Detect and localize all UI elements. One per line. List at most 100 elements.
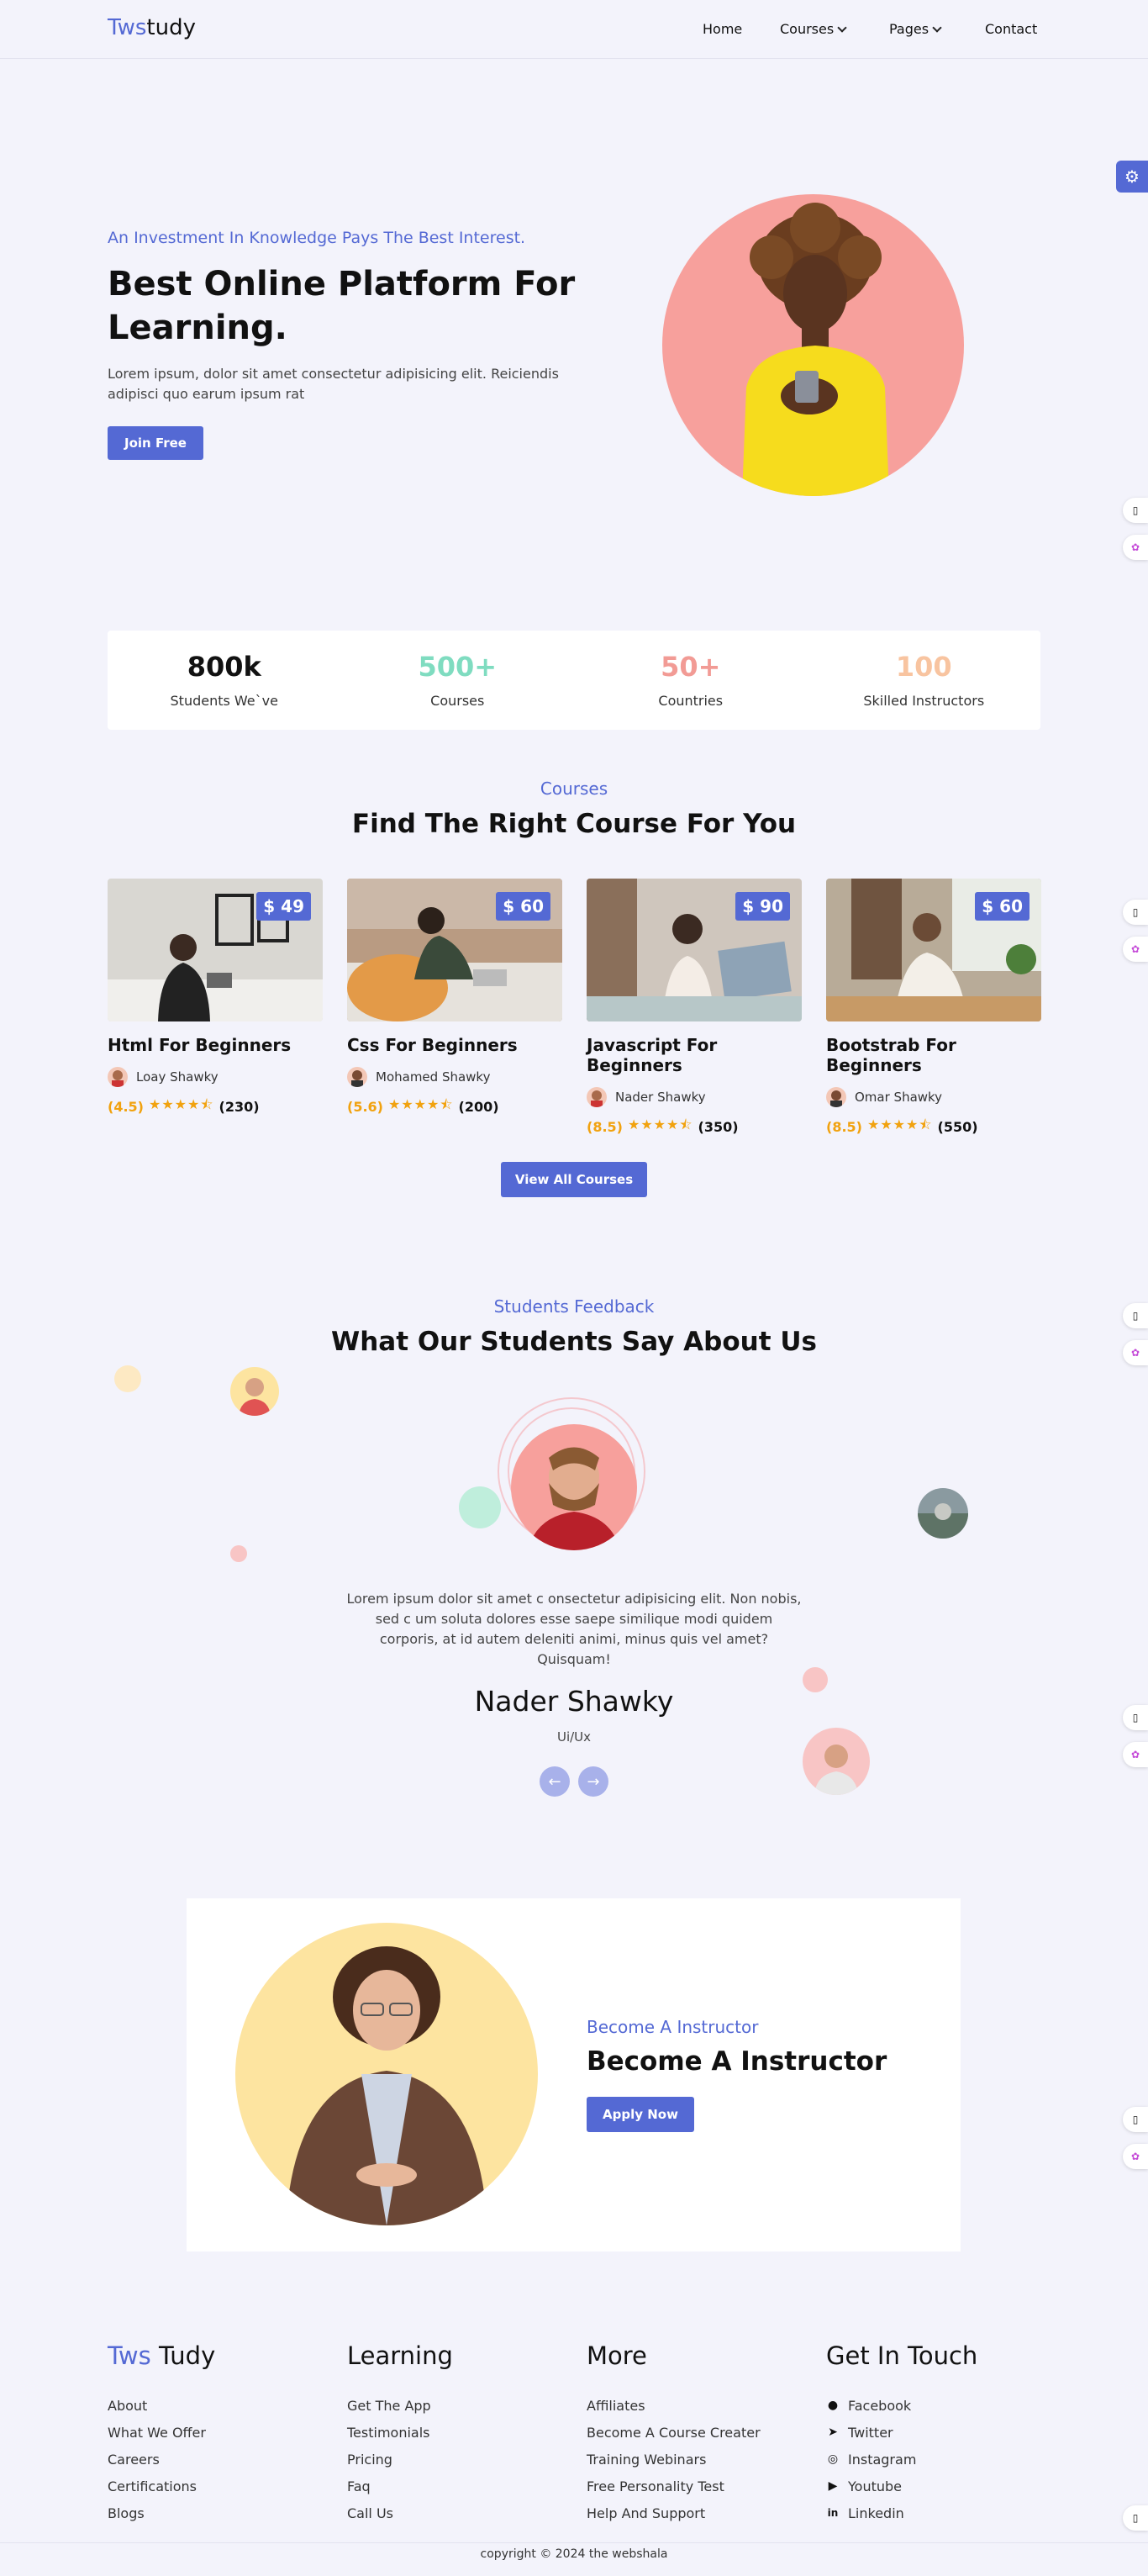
course-image: $ 60 xyxy=(347,879,562,1021)
book-icon[interactable]: ▯ xyxy=(1123,2505,1148,2531)
footer-link-blogs[interactable]: Blogs xyxy=(108,2499,326,2526)
footer-link-pricing[interactable]: Pricing xyxy=(347,2446,566,2473)
flower-icon[interactable]: ✿ xyxy=(1123,937,1148,962)
star-icon: ★★★★⯪ xyxy=(148,1096,214,1112)
footer-link-about[interactable]: About xyxy=(108,2392,326,2419)
hero-student-image xyxy=(662,194,964,496)
feedback-tag: Students Feedback xyxy=(493,1296,655,1317)
star-icon: ★★★★⯪ xyxy=(387,1096,454,1112)
student-avatar[interactable] xyxy=(918,1488,968,1539)
footer-contact-column: Get In Touch ● Facebook ➤ Twitter ◎ Instagr… xyxy=(826,2341,1045,2526)
footer-link-get-the-app[interactable]: Get The App xyxy=(347,2392,566,2419)
footer-link-twitter[interactable]: ➤ Twitter xyxy=(826,2419,1045,2446)
instructor-image xyxy=(235,1923,538,2225)
course-author: Loay Shawky xyxy=(108,1067,323,1087)
footer-link-help-support[interactable]: Help And Support xyxy=(587,2499,805,2526)
avatar xyxy=(108,1067,128,1087)
join-free-button[interactable]: Join Free xyxy=(108,426,203,460)
star-icon: ★★★★⯪ xyxy=(627,1116,693,1132)
avatar xyxy=(826,1087,846,1107)
course-card[interactable]: $ 90 Javascript For Beginners Nader Shaw… xyxy=(587,879,802,1138)
star-icon: ★★★★⯪ xyxy=(866,1116,933,1132)
course-title[interactable]: Javascript For Beginners xyxy=(587,1035,802,1075)
footer-link-facebook[interactable]: ● Facebook xyxy=(826,2392,1045,2419)
footer-divider xyxy=(0,2542,1148,2543)
footer-link-linkedin[interactable]: in Linkedin xyxy=(826,2499,1045,2526)
footer-link-affiliates[interactable]: Affiliates xyxy=(587,2392,805,2419)
course-rating: (4.5) ★★★★⯪ (230) xyxy=(108,1095,323,1118)
course-card[interactable]: $ 60 Bootstrab For Beginners Omar Shawky… xyxy=(826,879,1041,1138)
avatar xyxy=(347,1067,367,1087)
course-card[interactable]: $ 49 Html For Beginners Loay Shawky (4.5… xyxy=(108,879,323,1118)
footer-link-personality-test[interactable]: Free Personality Test xyxy=(587,2473,805,2499)
book-icon[interactable]: ▯ xyxy=(1123,498,1148,523)
footer-learning-title: Learning xyxy=(347,2341,453,2370)
nav-courses[interactable]: Courses xyxy=(780,21,847,37)
book-icon[interactable]: ▯ xyxy=(1123,2107,1148,2132)
course-price: $ 90 xyxy=(735,892,790,921)
flower-icon[interactable]: ✿ xyxy=(1123,535,1148,560)
arrow-right-icon[interactable]: → xyxy=(578,1766,608,1797)
footer-learning-column: Learning Get The App Testimonials Pricin… xyxy=(347,2341,566,2526)
course-image: $ 49 xyxy=(108,879,323,1021)
footer-brand: Tws Tudy xyxy=(108,2341,216,2370)
course-price: $ 49 xyxy=(256,892,311,921)
footer-link-course-creater[interactable]: Become A Course Creater xyxy=(587,2419,805,2446)
feedback-name: Nader Shawky xyxy=(474,1685,674,1718)
course-title[interactable]: Html For Beginners xyxy=(108,1035,323,1055)
courses-tag: Courses xyxy=(540,779,608,799)
student-avatar[interactable] xyxy=(230,1367,279,1416)
book-icon[interactable]: ▯ xyxy=(1123,900,1148,925)
footer-contact-title: Get In Touch xyxy=(826,2341,978,2370)
stats-card: 800k Students We`ve 500+ Courses 50+ Cou… xyxy=(108,631,1040,730)
decor-dot xyxy=(230,1545,247,1562)
arrow-left-icon[interactable]: ← xyxy=(540,1766,570,1797)
logo[interactable]: Twstudy xyxy=(108,15,196,40)
hero-text: Lorem ipsum, dolor sit amet consectetur … xyxy=(108,366,559,402)
footer-brand-column: Tws Tudy About What We Offer Careers Cer… xyxy=(108,2341,326,2526)
course-author: Omar Shawky xyxy=(826,1087,1041,1107)
avatar xyxy=(587,1087,607,1107)
feedback-title: What Our Students Say About Us xyxy=(331,1327,817,1357)
settings-gear-icon[interactable]: ⚙ xyxy=(1116,161,1148,193)
copyright-text: copyright © 2024 the webshala xyxy=(480,2547,668,2561)
nav-pages[interactable]: Pages xyxy=(889,21,942,37)
facebook-icon: ● xyxy=(827,2399,839,2412)
footer-link-certifications[interactable]: Certifications xyxy=(108,2473,326,2499)
footer-link-instagram[interactable]: ◎ Instagram xyxy=(826,2446,1045,2473)
course-title[interactable]: Bootstrab For Beginners xyxy=(826,1035,1041,1075)
course-price: $ 60 xyxy=(496,892,550,921)
footer-link-training-webinars[interactable]: Training Webinars xyxy=(587,2446,805,2473)
decor-dot xyxy=(459,1486,501,1528)
flower-icon[interactable]: ✿ xyxy=(1123,2144,1148,2169)
flower-icon[interactable]: ✿ xyxy=(1123,1742,1148,1767)
decor-dot xyxy=(114,1365,141,1392)
footer-link-call-us[interactable]: Call Us xyxy=(347,2499,566,2526)
footer-more-title: More xyxy=(587,2341,647,2370)
hero-title: Best Online Platform For Learning. xyxy=(108,265,576,347)
instructor-title: Become A Instructor xyxy=(587,2046,887,2077)
course-image: $ 90 xyxy=(587,879,802,1021)
nav-contact[interactable]: Contact xyxy=(985,21,1037,37)
chevron-down-icon xyxy=(932,22,942,33)
footer-link-testimonials[interactable]: Testimonials xyxy=(347,2419,566,2446)
linkedin-icon: in xyxy=(827,2507,839,2519)
stat-instructors: 100 Skilled Instructors xyxy=(863,651,985,709)
course-title[interactable]: Css For Beginners xyxy=(347,1035,562,1055)
course-author: Mohamed Shawky xyxy=(347,1067,562,1087)
featured-student-avatar xyxy=(511,1424,637,1550)
courses-title: Find The Right Course For You xyxy=(351,809,797,839)
stat-countries: 50+ Countries xyxy=(658,651,724,709)
view-all-courses-button[interactable]: View All Courses xyxy=(501,1162,647,1197)
course-rating: (5.6) ★★★★⯪ (200) xyxy=(347,1095,562,1118)
course-card[interactable]: $ 60 Css For Beginners Mohamed Shawky (5… xyxy=(347,879,562,1118)
nav-home[interactable]: Home xyxy=(703,21,742,37)
footer-link-youtube[interactable]: ▶ Youtube xyxy=(826,2473,1045,2499)
instructor-tag: Become A Instructor xyxy=(587,2017,759,2037)
footer-link-what-we-offer[interactable]: What We Offer xyxy=(108,2419,326,2446)
course-image: $ 60 xyxy=(826,879,1041,1021)
footer-link-careers[interactable]: Careers xyxy=(108,2446,326,2473)
apply-now-button[interactable]: Apply Now xyxy=(587,2097,694,2132)
footer-link-faq[interactable]: Faq xyxy=(347,2473,566,2499)
stat-courses: 500+ Courses xyxy=(418,651,498,709)
